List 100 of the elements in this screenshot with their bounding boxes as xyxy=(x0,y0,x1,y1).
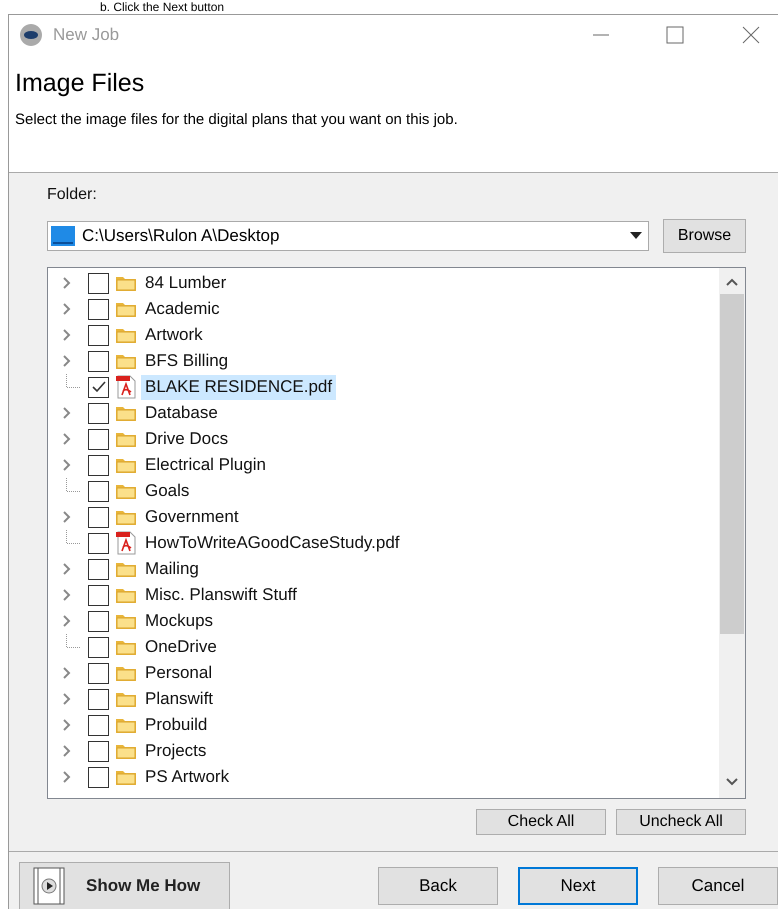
tree-item[interactable]: Database xyxy=(141,400,222,426)
checkbox[interactable] xyxy=(88,610,109,632)
tree-item[interactable]: Misc. Planswift Stuff xyxy=(141,582,301,608)
expand-chevron-icon[interactable] xyxy=(62,511,72,523)
checkbox[interactable] xyxy=(88,480,109,502)
folder-label: Folder: xyxy=(47,185,98,205)
checkbox[interactable] xyxy=(88,532,109,554)
page-description: Select the image files for the digital plans that you want on this job. xyxy=(15,110,459,130)
tree-item[interactable]: OneDrive xyxy=(141,634,221,660)
checkbox[interactable] xyxy=(88,636,109,658)
dropdown-arrow-icon xyxy=(630,232,642,240)
tree-item[interactable]: Electrical Plugin xyxy=(141,452,270,478)
checkbox[interactable] xyxy=(88,662,109,684)
expand-chevron-icon[interactable] xyxy=(62,563,72,575)
tree-item[interactable]: Personal xyxy=(141,660,216,686)
checkbox[interactable] xyxy=(88,272,109,294)
tree-item[interactable]: Mailing xyxy=(141,556,203,582)
scroll-up-icon[interactable] xyxy=(726,278,738,286)
checkbox[interactable] xyxy=(88,688,109,710)
folder-icon xyxy=(115,638,137,656)
expand-chevron-icon[interactable] xyxy=(62,771,72,783)
tree-item[interactable]: BFS Billing xyxy=(141,348,232,374)
footer-button[interactable]: Back xyxy=(378,867,498,905)
tree-item[interactable]: HowToWriteAGoodCaseStudy.pdf xyxy=(141,530,404,556)
window-title: New Job xyxy=(53,24,120,46)
close-icon[interactable] xyxy=(742,26,760,44)
folder-icon xyxy=(115,274,137,292)
tree-item[interactable]: Mockups xyxy=(141,608,218,634)
checkbox[interactable] xyxy=(88,558,109,580)
scroll-thumb[interactable] xyxy=(720,294,744,634)
expand-chevron-icon[interactable] xyxy=(62,615,72,627)
folder-icon xyxy=(115,326,137,344)
maximize-icon[interactable] xyxy=(666,26,684,44)
tree-item[interactable]: Projects xyxy=(141,738,210,764)
folder-icon xyxy=(115,300,137,318)
tree-item[interactable]: Planswift xyxy=(141,686,218,712)
list-action-button[interactable]: Check All xyxy=(476,809,606,835)
tree-item[interactable]: BLAKE RESIDENCE.pdf xyxy=(141,374,336,400)
folder-icon xyxy=(115,352,137,370)
list-action-button[interactable]: Uncheck All xyxy=(616,809,746,835)
document-caption: b. Click the Next button xyxy=(99,0,226,14)
folder-icon xyxy=(115,612,137,630)
checkbox[interactable] xyxy=(88,298,109,320)
expand-chevron-icon[interactable] xyxy=(62,745,72,757)
folder-icon xyxy=(115,664,137,682)
checkbox[interactable] xyxy=(88,740,109,762)
scroll-down-icon[interactable] xyxy=(726,778,738,786)
page-heading: Image Files xyxy=(15,68,146,99)
expand-chevron-icon[interactable] xyxy=(62,277,72,289)
folder-icon xyxy=(115,560,137,578)
expand-chevron-icon[interactable] xyxy=(62,589,72,601)
pdf-file-icon xyxy=(115,531,137,555)
checkbox[interactable] xyxy=(88,428,109,450)
tree-item[interactable]: PS Artwork xyxy=(141,764,234,790)
expand-chevron-icon[interactable] xyxy=(62,303,72,315)
expand-chevron-icon[interactable] xyxy=(62,693,72,705)
video-icon xyxy=(32,867,66,905)
footer-button[interactable]: Cancel xyxy=(658,867,778,905)
checkbox[interactable] xyxy=(88,376,109,398)
tree-item[interactable]: Artwork xyxy=(141,322,207,348)
checkbox[interactable] xyxy=(88,402,109,424)
show-me-how-button[interactable]: Show Me How xyxy=(19,862,230,909)
app-logo-icon xyxy=(19,23,43,47)
expand-chevron-icon[interactable] xyxy=(62,433,72,445)
check-icon xyxy=(90,379,106,395)
folder-icon xyxy=(115,586,137,604)
expand-chevron-icon[interactable] xyxy=(62,459,72,471)
checkbox[interactable] xyxy=(88,350,109,372)
expand-chevron-icon[interactable] xyxy=(62,407,72,419)
checkbox[interactable] xyxy=(88,506,109,528)
folder-icon xyxy=(115,716,137,734)
expand-chevron-icon[interactable] xyxy=(62,329,72,341)
tree-item[interactable]: Probuild xyxy=(141,712,212,738)
expand-chevron-icon[interactable] xyxy=(62,719,72,731)
scrollbar[interactable] xyxy=(719,268,745,798)
folder-dropdown[interactable]: C:\Users\Rulon A\Desktop xyxy=(47,221,649,251)
folder-icon xyxy=(115,768,137,786)
expand-chevron-icon[interactable] xyxy=(62,355,72,367)
folder-icon xyxy=(115,430,137,448)
tree-item[interactable]: 84 Lumber xyxy=(141,270,230,296)
tree-item[interactable]: Academic xyxy=(141,296,224,322)
browse-button[interactable]: Browse xyxy=(663,219,746,253)
checkbox[interactable] xyxy=(88,584,109,606)
folder-icon xyxy=(115,482,137,500)
folder-icon xyxy=(115,690,137,708)
folder-icon xyxy=(115,456,137,474)
checkbox[interactable] xyxy=(88,714,109,736)
expand-chevron-icon[interactable] xyxy=(62,667,72,679)
tree-item[interactable]: Drive Docs xyxy=(141,426,232,452)
checkbox[interactable] xyxy=(88,454,109,476)
desktop-icon xyxy=(50,225,76,247)
tree-item[interactable]: Government xyxy=(141,504,243,530)
tree-item[interactable]: Goals xyxy=(141,478,194,504)
checkbox[interactable] xyxy=(88,324,109,346)
footer-button[interactable]: Next xyxy=(518,867,638,905)
folder-icon xyxy=(115,404,137,422)
checkbox[interactable] xyxy=(88,766,109,788)
pdf-file-icon xyxy=(115,375,137,399)
folder-icon xyxy=(115,508,137,526)
folder-icon xyxy=(115,742,137,760)
